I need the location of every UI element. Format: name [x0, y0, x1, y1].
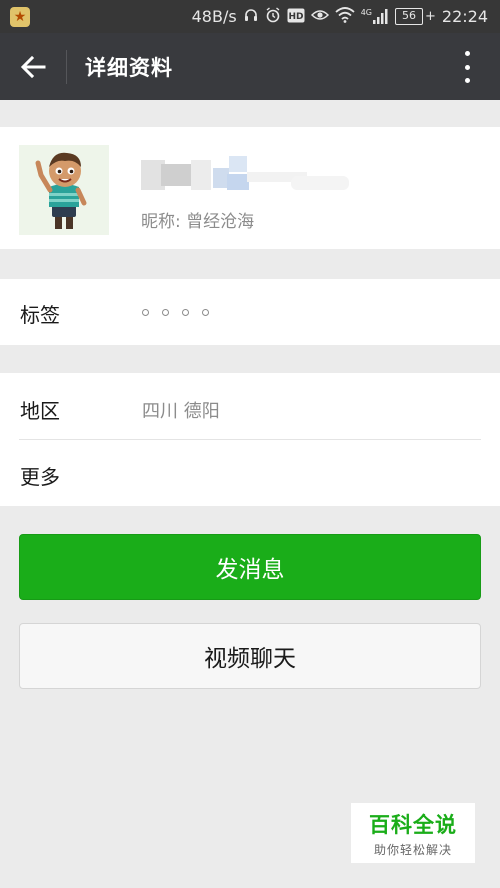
network-speed: 48B/s	[191, 7, 237, 26]
battery-icon: 56 +	[394, 8, 436, 25]
tag-dot	[162, 309, 169, 316]
signal-icon: 4G	[361, 9, 389, 24]
tag-dot	[142, 309, 149, 316]
title-divider	[66, 49, 67, 84]
more-vertical-icon	[464, 51, 470, 56]
watermark-title: 百科全说	[369, 812, 457, 837]
hd-icon: HD	[287, 8, 305, 26]
status-bar: ★ 48B/s HD 4G 56 + 22:24	[0, 0, 500, 33]
more-button[interactable]	[452, 51, 482, 83]
tag-dot	[182, 309, 189, 316]
watermark-logo: 百科全说 助你轻松解决	[351, 803, 475, 863]
more-dot	[464, 64, 470, 70]
avatar[interactable]	[19, 145, 109, 235]
page-title: 详细资料	[85, 55, 173, 80]
eye-icon	[310, 8, 329, 25]
arrow-left-icon	[20, 55, 46, 78]
app-notification-icon: ★	[10, 7, 30, 27]
tags-value	[142, 309, 209, 316]
back-button[interactable]	[0, 33, 66, 100]
title-bar: 详细资料	[0, 33, 500, 100]
region-value: 四川 德阳	[142, 401, 220, 422]
boy-avatar-illustration	[19, 145, 109, 235]
region-label: 地区	[20, 399, 60, 423]
battery-level: 56	[394, 8, 423, 25]
profile-card[interactable]: 昵称: 曾经沧海	[0, 127, 500, 249]
send-message-button[interactable]: 发消息	[19, 534, 481, 600]
info-card: 地区 四川 德阳 更多	[0, 373, 500, 506]
charging-icon: +	[424, 9, 436, 24]
svg-text:HD: HD	[288, 12, 303, 22]
more-dot	[464, 78, 470, 83]
region-row[interactable]: 地区 四川 德阳	[0, 373, 500, 439]
status-icons: 48B/s HD 4G 56 + 22:24	[192, 7, 488, 26]
headphones-icon	[243, 7, 259, 26]
alarm-icon	[265, 7, 281, 26]
tag-dot	[202, 309, 209, 316]
more-row[interactable]: 更多	[0, 440, 500, 506]
tags-row[interactable]: 标签	[0, 279, 500, 345]
video-chat-button[interactable]: 视频聊天	[19, 623, 481, 689]
nickname: 昵称: 曾经沧海	[141, 212, 255, 232]
watermark-subtitle: 助你轻松解决	[373, 842, 452, 857]
clock: 22:24	[441, 7, 488, 26]
network-type: 4G	[360, 8, 372, 17]
more-label: 更多	[20, 465, 60, 489]
wifi-icon	[335, 7, 355, 26]
tags-label: 标签	[20, 303, 60, 327]
name-redacted	[141, 154, 351, 196]
